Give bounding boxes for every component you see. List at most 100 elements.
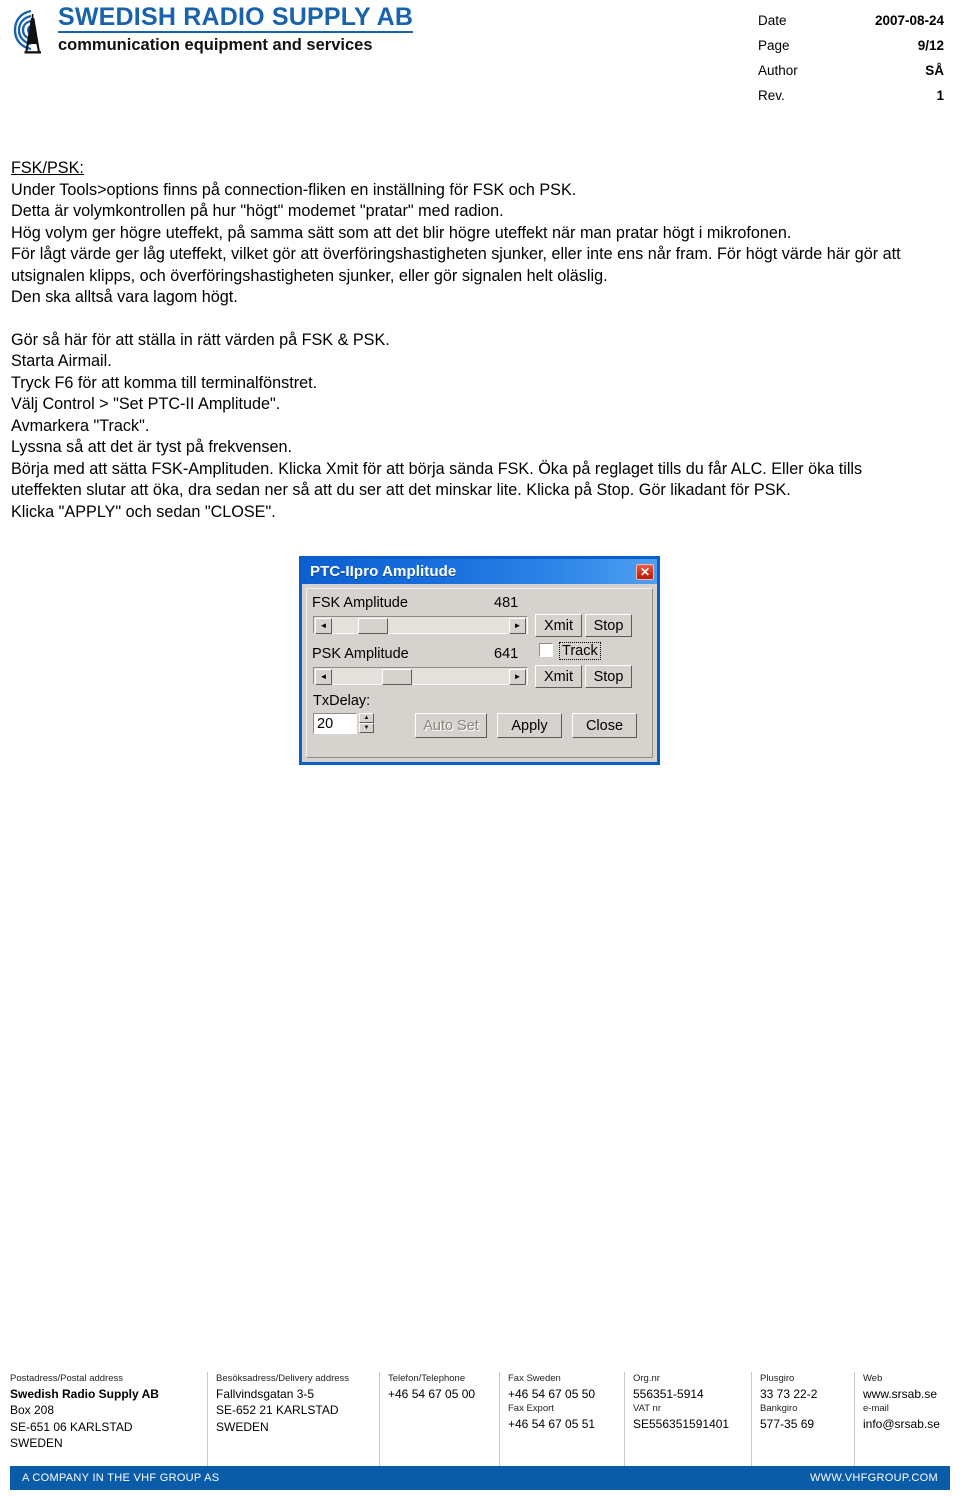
psk-amplitude-value: 641 xyxy=(494,646,519,662)
meta-value-page: 9/12 xyxy=(917,37,944,53)
apply-button[interactable]: Apply xyxy=(497,713,562,738)
footer-label: Plusgiro xyxy=(760,1373,795,1384)
footer-column-delivery-address: Besöksadress/Delivery address Fallvindsg… xyxy=(208,1372,380,1468)
fsk-slider-left-arrow-icon[interactable]: ◄ xyxy=(315,618,332,634)
close-icon[interactable]: ✕ xyxy=(636,563,654,580)
footer-value: Fallvindsgatan 3-5 xyxy=(216,1386,315,1401)
footer-brand-text: A COMPANY IN THE VHF GROUP AS xyxy=(22,1472,220,1484)
ptc-amplitude-dialog: PTC-IIpro Amplitude ✕ FSK Amplitude 481 … xyxy=(299,556,660,765)
psk-stop-button[interactable]: Stop xyxy=(585,665,632,688)
footer-label: Web xyxy=(863,1373,883,1384)
footer-label: Postadress/Postal address xyxy=(10,1373,124,1384)
fsk-stop-button[interactable]: Stop xyxy=(585,614,632,637)
company-logo: SWEDISH RADIO SUPPLY AB communication eq… xyxy=(10,3,414,56)
psk-amplitude-label: PSK Amplitude xyxy=(312,646,409,662)
footer-value: SE-652 21 KARLSTAD xyxy=(216,1403,339,1417)
fsk-slider-right-arrow-icon[interactable]: ► xyxy=(509,618,526,634)
meta-row-page: Page 9/12 xyxy=(758,33,944,58)
dialog-close-button[interactable]: Close xyxy=(572,713,637,738)
footer-value: SWEDEN xyxy=(216,1419,269,1434)
dialog-titlebar: PTC-IIpro Amplitude ✕ xyxy=(302,559,657,584)
meta-label-date: Date xyxy=(758,12,787,28)
meta-value-date: 2007-08-24 xyxy=(874,12,944,28)
psk-slider-right-arrow-icon[interactable]: ► xyxy=(509,669,526,685)
footer-value: SE-651 06 KARLSTAD xyxy=(10,1419,133,1434)
document-metadata-table: Date 2007-08-24 Page 9/12 Author SÅ Rev.… xyxy=(758,8,944,108)
fsk-amplitude-slider[interactable]: ◄ ► xyxy=(313,616,528,634)
paragraph-line: Lyssna så att det är tyst på frekvensen. xyxy=(11,438,293,456)
dialog-title: PTC-IIpro Amplitude xyxy=(310,563,457,580)
paragraph-line: Avmarkera "Track". xyxy=(11,416,150,435)
paragraph-line: Under Tools>options finns på connection-… xyxy=(11,180,577,199)
psk-amplitude-slider[interactable]: ◄ ► xyxy=(313,667,528,685)
footer-value: SWEDEN xyxy=(10,1436,63,1450)
page-footer: Postadress/Postal address Swedish Radio … xyxy=(10,1372,950,1468)
footer-column-web-email: Web www.srsab.se e-mail info@srsab.se xyxy=(855,1372,950,1468)
fsk-amplitude-row: FSK Amplitude 481 xyxy=(312,595,652,613)
fsk-xmit-button[interactable]: Xmit xyxy=(535,614,582,637)
footer-label: Telefon/Telephone xyxy=(388,1373,466,1384)
fsk-amplitude-value: 481 xyxy=(494,595,519,611)
txdelay-stepper[interactable]: ▲ ▼ xyxy=(359,713,374,734)
footer-value: 33 73 22-2 xyxy=(760,1386,818,1401)
paragraph-line: Tryck F6 för att komma till terminalföns… xyxy=(11,373,318,392)
meta-row-rev: Rev. 1 xyxy=(758,83,944,108)
document-body: FSK/PSK: Under Tools>options finns på co… xyxy=(11,158,936,523)
footer-value: 577-35 69 xyxy=(760,1416,815,1431)
txdelay-input[interactable]: 20 xyxy=(313,713,357,734)
paragraph-line: Börja med att sätta FSK-Amplituden. Klic… xyxy=(11,459,863,500)
meta-value-author: SÅ xyxy=(925,62,944,78)
auto-set-button[interactable]: Auto Set xyxy=(415,713,487,738)
footer-column-postal-address: Postadress/Postal address Swedish Radio … xyxy=(10,1372,208,1468)
psk-xmit-button[interactable]: Xmit xyxy=(535,665,582,688)
paragraph-line: Gör så här för att ställa in rätt värden… xyxy=(11,330,390,349)
page-title: FSK/PSK: xyxy=(11,159,84,177)
footer-label: Org.nr xyxy=(633,1373,660,1384)
paragraph-line: Den ska alltså vara lagom högt. xyxy=(11,288,238,306)
fsk-amplitude-label: FSK Amplitude xyxy=(312,595,408,611)
paragraph-line: För lågt värde ger låg uteffekt, vilket … xyxy=(11,245,901,285)
meta-label-page: Page xyxy=(758,37,790,53)
psk-amplitude-row: PSK Amplitude 641 xyxy=(312,646,652,664)
logo-tagline: communication equipment and services xyxy=(58,36,373,54)
meta-row-date: Date 2007-08-24 xyxy=(758,8,944,33)
footer-label: e-mail xyxy=(863,1403,889,1414)
dialog-body: FSK Amplitude 481 ◄ ► Xmit Stop Track PS… xyxy=(306,588,653,758)
footer-label: Fax Export xyxy=(508,1403,554,1414)
fsk-slider-thumb[interactable] xyxy=(358,618,388,634)
psk-slider-left-arrow-icon[interactable]: ◄ xyxy=(315,669,332,685)
page-header: SWEDISH RADIO SUPPLY AB communication eq… xyxy=(0,0,960,120)
txdelay-label: TxDelay: xyxy=(313,693,371,709)
footer-value: +46 54 67 05 00 xyxy=(388,1386,476,1401)
footer-value: Swedish Radio Supply AB xyxy=(10,1386,159,1401)
logo-company-name: SWEDISH RADIO SUPPLY AB xyxy=(58,3,414,33)
footer-label: Fax Sweden xyxy=(508,1373,561,1384)
paragraph-line: Hög volym ger högre uteffekt, på samma s… xyxy=(11,223,792,242)
footer-value: SE556351591401 xyxy=(633,1416,730,1431)
footer-brand-url[interactable]: WWW.VHFGROUP.COM xyxy=(810,1472,938,1484)
footer-value: +46 54 67 05 50 xyxy=(508,1386,596,1401)
ptc-amplitude-dialog-screenshot: PTC-IIpro Amplitude ✕ FSK Amplitude 481 … xyxy=(299,556,660,765)
paragraph-line: Starta Airmail. xyxy=(11,352,112,370)
txdelay-stepper-down-icon[interactable]: ▼ xyxy=(359,723,374,733)
psk-slider-thumb[interactable] xyxy=(382,669,412,685)
meta-label-author: Author xyxy=(758,62,798,78)
section-heading: FSK/PSK: xyxy=(11,158,936,180)
paragraph-line: Välj Control > "Set PTC-II Amplitude". xyxy=(11,395,281,413)
radio-tower-icon xyxy=(10,4,56,56)
paragraph-line: Detta är volymkontrollen på hur "högt" m… xyxy=(11,202,504,220)
footer-column-giro: Plusgiro 33 73 22-2 Bankgiro 577-35 69 xyxy=(752,1372,855,1468)
meta-value-rev: 1 xyxy=(936,87,944,103)
footer-brand-bar: A COMPANY IN THE VHF GROUP AS WWW.VHFGRO… xyxy=(10,1466,950,1490)
footer-email-link[interactable]: info@srsab.se xyxy=(863,1416,942,1433)
footer-column-telephone: Telefon/Telephone +46 54 67 05 00 xyxy=(380,1372,500,1468)
txdelay-stepper-up-icon[interactable]: ▲ xyxy=(359,713,374,723)
footer-website-link[interactable]: www.srsab.se xyxy=(863,1386,942,1403)
footer-value: +46 54 67 05 51 xyxy=(508,1416,596,1431)
footer-column-fax: Fax Sweden +46 54 67 05 50 Fax Export +4… xyxy=(500,1372,625,1468)
footer-value: 556351-5914 xyxy=(633,1386,704,1401)
paragraph-line: Klicka "APPLY" och sedan "CLOSE". xyxy=(11,502,276,521)
footer-value: Box 208 xyxy=(10,1403,55,1417)
footer-label: VAT nr xyxy=(633,1403,661,1414)
